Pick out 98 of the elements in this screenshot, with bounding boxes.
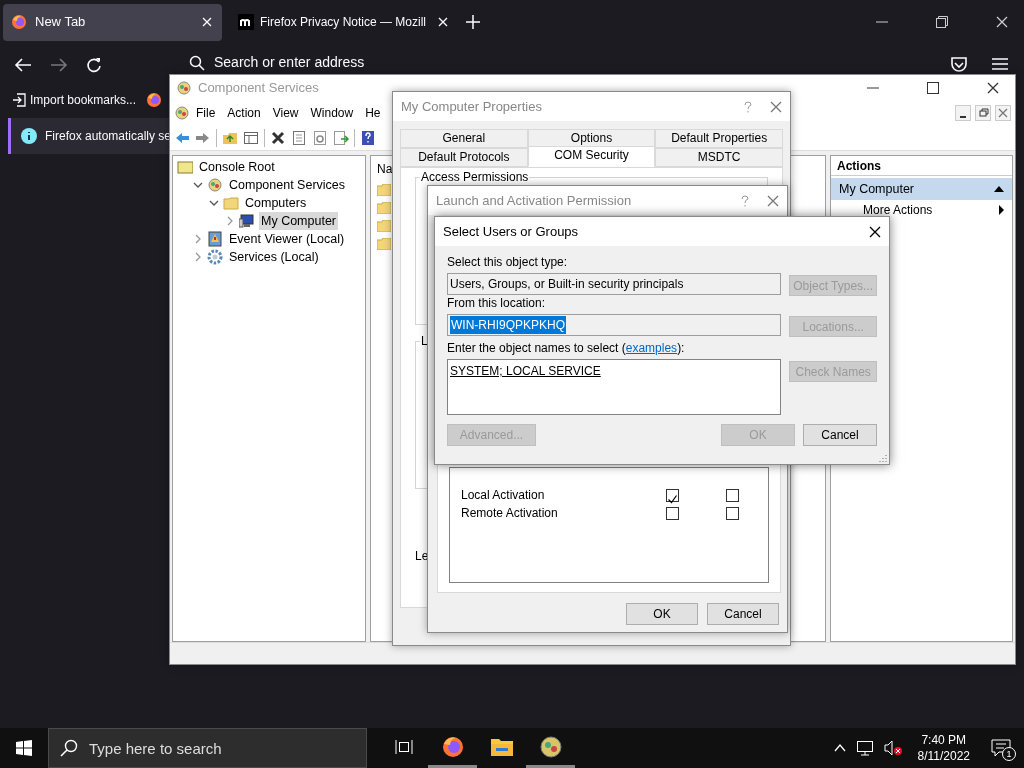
clock[interactable]: 7:40 PM 8/11/2022	[911, 732, 976, 764]
firefox-icon[interactable]	[146, 92, 163, 108]
folder-icon	[177, 159, 193, 175]
dialog-tab[interactable]: General	[400, 129, 528, 148]
import-bookmarks-link[interactable]: Import bookmarks...	[12, 91, 137, 109]
delete-icon[interactable]	[270, 129, 286, 146]
restore-icon[interactable]	[936, 16, 948, 28]
checkbox[interactable]	[666, 488, 679, 502]
checkbox[interactable]	[726, 488, 739, 502]
ok-button[interactable]: OK	[626, 603, 698, 625]
cancel-button[interactable]: Cancel	[803, 424, 877, 446]
minimize-icon[interactable]	[955, 105, 971, 121]
actions-header: Actions	[831, 156, 1012, 176]
menu-item[interactable]: Action	[221, 104, 267, 122]
dialog-tab[interactable]: COM Security	[527, 146, 656, 167]
menu-item[interactable]: View	[266, 104, 305, 122]
field-label: From this location:	[447, 296, 547, 312]
component-services-icon[interactable]	[538, 734, 563, 759]
pocket-icon[interactable]	[950, 57, 968, 73]
notifications-icon[interactable]	[991, 739, 1011, 757]
object-type-field[interactable]: Users, Groups, or Built-in security principals	[447, 273, 782, 295]
search-icon	[60, 739, 78, 757]
info-icon	[21, 128, 37, 144]
dialog-tab[interactable]: MSDTC	[655, 148, 783, 167]
component-services-icon	[176, 80, 192, 96]
new-tab-icon[interactable]	[466, 15, 480, 29]
tree-item[interactable]: Services (Local)	[227, 247, 321, 267]
search-icon	[189, 55, 205, 71]
tree-item[interactable]: Event Viewer (Local)	[227, 229, 347, 249]
tree-item[interactable]: My Computer	[259, 211, 339, 231]
chevron-right-icon[interactable]	[193, 234, 203, 244]
browser-tab[interactable]: Firefox Privacy Notice — Mozill	[230, 3, 458, 41]
console-tree-icon[interactable]	[243, 129, 259, 146]
menu-item[interactable]: Window	[304, 104, 360, 122]
dialog-title: My Computer Properties	[401, 97, 542, 116]
close-icon[interactable]	[869, 225, 881, 238]
component-services-icon	[207, 177, 223, 193]
names-field[interactable]: SYSTEM; LOCAL SERVICE	[447, 359, 782, 415]
import-icon	[12, 93, 26, 107]
tree-item[interactable]: Component Services	[227, 175, 348, 195]
examples-link[interactable]: examples	[625, 339, 678, 357]
action-item[interactable]: More Actions	[863, 201, 933, 219]
chevron-right-icon[interactable]	[193, 252, 203, 262]
taskbar-search-field[interactable]: Type here to search	[48, 728, 367, 768]
event-viewer-icon	[207, 231, 223, 247]
m-logo-icon	[238, 14, 254, 30]
permission-name: Remote Activation	[461, 505, 559, 522]
task-view-icon[interactable]	[394, 738, 413, 755]
tree-item[interactable]: Computers	[243, 193, 309, 213]
properties-icon[interactable]	[291, 129, 307, 146]
actions-section[interactable]: My Computer	[831, 178, 1012, 200]
back-arrow-icon[interactable]	[14, 57, 32, 73]
firefox-icon	[11, 14, 27, 30]
collapse-arrow-icon[interactable]	[994, 186, 1004, 192]
cancel-button[interactable]: Cancel	[707, 603, 779, 625]
time-text: 7:40 PM	[920, 732, 968, 748]
volume-muted-icon[interactable]	[883, 740, 902, 756]
help-icon[interactable]	[360, 129, 376, 146]
dialog-title: Launch and Activation Permission	[436, 191, 632, 210]
permission-name: Local Activation	[461, 487, 546, 504]
dialog-tab[interactable]: Default Protocols	[400, 148, 528, 167]
field-label: Select this object type:	[447, 255, 569, 271]
group-label: Access Permissions	[420, 171, 530, 184]
window-title: Component Services	[198, 79, 319, 98]
computer-icon	[239, 213, 255, 229]
close-icon[interactable]	[987, 82, 999, 94]
dialog-title: Select Users or Groups	[443, 222, 579, 241]
resize-grip-icon[interactable]	[878, 453, 887, 462]
chevron-right-icon[interactable]	[225, 216, 235, 226]
checkbox[interactable]	[726, 506, 739, 520]
field-label: Enter the object names to select (examples):	[447, 341, 686, 359]
windows-logo-icon[interactable]	[16, 740, 32, 756]
chevron-up-icon[interactable]	[833, 744, 846, 752]
menu-item[interactable]: File	[190, 104, 222, 122]
network-icon[interactable]	[855, 740, 874, 756]
notification-count: 1	[1002, 747, 1016, 761]
refresh-icon[interactable]	[312, 129, 328, 146]
chevron-down-icon[interactable]	[193, 180, 203, 190]
tree-item[interactable]: Console Root	[197, 157, 277, 177]
submenu-arrow-icon	[999, 205, 1004, 215]
maximize-icon[interactable]	[927, 82, 939, 94]
column-header[interactable]: Na	[377, 160, 393, 178]
dialog-tab[interactable]: Default Properties	[655, 129, 783, 148]
restore-icon[interactable]	[975, 105, 991, 121]
checkbox[interactable]	[666, 506, 679, 520]
section-title: My Computer	[839, 180, 915, 198]
chevron-down-icon[interactable]	[209, 198, 219, 208]
folder-icon	[223, 195, 239, 211]
export-list-icon[interactable]	[333, 129, 349, 146]
firefox-icon[interactable]	[440, 734, 465, 759]
reload-icon[interactable]	[86, 57, 102, 73]
gear-icon	[207, 249, 223, 265]
menu-item[interactable]: He	[359, 104, 387, 122]
forward-arrow-icon[interactable]	[50, 57, 68, 73]
browser-tab[interactable]: New Tab	[3, 3, 222, 41]
date-text: 8/11/2022	[917, 748, 970, 764]
menu-icon[interactable]	[992, 57, 1008, 71]
location-field[interactable]: WIN-RHI9QPKPKHQ	[447, 314, 782, 336]
